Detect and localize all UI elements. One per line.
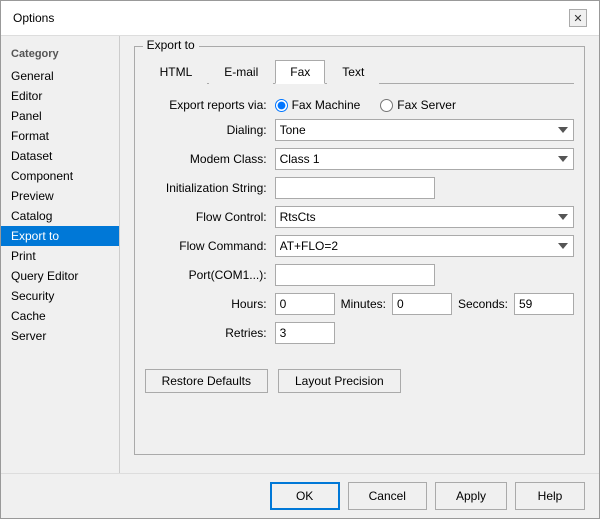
fax-form: Export reports via: Fax Machine Fax Serv… bbox=[145, 94, 574, 355]
hours-label: Hours: bbox=[145, 297, 275, 311]
dialing-select[interactable]: Tone Pulse bbox=[275, 119, 574, 141]
apply-button[interactable]: Apply bbox=[435, 482, 507, 510]
retries-label: Retries: bbox=[145, 326, 275, 340]
sidebar-item-print[interactable]: Print bbox=[1, 246, 119, 266]
minutes-input[interactable] bbox=[392, 293, 452, 315]
modem-class-row: Modem Class: Class 1 Class 2 Class 2.0 bbox=[145, 148, 574, 170]
dialing-label: Dialing: bbox=[145, 123, 275, 137]
minutes-label: Minutes: bbox=[341, 297, 386, 311]
init-string-input[interactable] bbox=[275, 177, 435, 199]
category-label: Category bbox=[1, 44, 119, 66]
restore-defaults-button[interactable]: Restore Defaults bbox=[145, 369, 268, 393]
flow-control-label: Flow Control: bbox=[145, 210, 275, 224]
flow-command-select[interactable]: AT+FLO=2 AT+FLO=0 AT+FLO=1 bbox=[275, 235, 574, 257]
tab-bar: HTML E-mail Fax Text bbox=[145, 59, 574, 84]
close-button[interactable]: ✕ bbox=[569, 9, 587, 27]
export-via-label: Export reports via: bbox=[145, 98, 275, 112]
ok-button[interactable]: OK bbox=[270, 482, 340, 510]
time-row: Hours: Minutes: Seconds: bbox=[145, 293, 574, 315]
flow-command-label: Flow Command: bbox=[145, 239, 275, 253]
group-legend: Export to bbox=[143, 38, 199, 52]
radio-fax-machine-label: Fax Machine bbox=[292, 98, 361, 112]
radio-fax-server-input[interactable] bbox=[380, 99, 393, 112]
init-string-label: Initialization String: bbox=[145, 181, 275, 195]
sidebar: Category General Editor Panel Format Dat… bbox=[1, 36, 120, 473]
init-string-row: Initialization String: bbox=[145, 177, 574, 199]
modem-class-select[interactable]: Class 1 Class 2 Class 2.0 bbox=[275, 148, 574, 170]
modem-class-label: Modem Class: bbox=[145, 152, 275, 166]
options-dialog: Options ✕ Category General Editor Panel … bbox=[0, 0, 600, 519]
sidebar-item-format[interactable]: Format bbox=[1, 126, 119, 146]
port-row: Port(COM1...): bbox=[145, 264, 574, 286]
radio-fax-machine-input[interactable] bbox=[275, 99, 288, 112]
tab-html[interactable]: HTML bbox=[145, 60, 208, 84]
dialog-buttons: OK Cancel Apply Help bbox=[1, 473, 599, 518]
time-fields: Minutes: Seconds: bbox=[275, 293, 574, 315]
dialog-content: Category General Editor Panel Format Dat… bbox=[1, 36, 599, 473]
port-input[interactable] bbox=[275, 264, 435, 286]
title-bar: Options ✕ bbox=[1, 1, 599, 36]
sidebar-item-catalog[interactable]: Catalog bbox=[1, 206, 119, 226]
dialog-title: Options bbox=[13, 11, 54, 25]
tab-email[interactable]: E-mail bbox=[209, 60, 273, 84]
sidebar-item-general[interactable]: General bbox=[1, 66, 119, 86]
radio-fax-machine[interactable]: Fax Machine bbox=[275, 98, 361, 112]
seconds-input[interactable] bbox=[514, 293, 574, 315]
flow-control-select[interactable]: RtsCts XonXoff None bbox=[275, 206, 574, 228]
retries-row: Retries: bbox=[145, 322, 574, 344]
sidebar-item-query-editor[interactable]: Query Editor bbox=[1, 266, 119, 286]
sidebar-item-panel[interactable]: Panel bbox=[1, 106, 119, 126]
tab-text[interactable]: Text bbox=[327, 60, 379, 84]
sidebar-item-preview[interactable]: Preview bbox=[1, 186, 119, 206]
cancel-button[interactable]: Cancel bbox=[348, 482, 427, 510]
flow-command-row: Flow Command: AT+FLO=2 AT+FLO=0 AT+FLO=1 bbox=[145, 235, 574, 257]
sidebar-item-dataset[interactable]: Dataset bbox=[1, 146, 119, 166]
layout-precision-button[interactable]: Layout Precision bbox=[278, 369, 401, 393]
export-via-radio-group: Fax Machine Fax Server bbox=[275, 98, 574, 112]
retries-input[interactable] bbox=[275, 322, 335, 344]
main-panel: Export to HTML E-mail Fax Text Export re… bbox=[120, 36, 599, 473]
seconds-label: Seconds: bbox=[458, 297, 508, 311]
radio-fax-server[interactable]: Fax Server bbox=[380, 98, 456, 112]
sidebar-item-security[interactable]: Security bbox=[1, 286, 119, 306]
radio-fax-server-label: Fax Server bbox=[397, 98, 456, 112]
inner-buttons: Restore Defaults Layout Precision bbox=[145, 365, 574, 393]
sidebar-item-export-to[interactable]: Export to bbox=[1, 226, 119, 246]
sidebar-item-component[interactable]: Component bbox=[1, 166, 119, 186]
sidebar-item-cache[interactable]: Cache bbox=[1, 306, 119, 326]
sidebar-item-server[interactable]: Server bbox=[1, 326, 119, 346]
port-label: Port(COM1...): bbox=[145, 268, 275, 282]
help-button[interactable]: Help bbox=[515, 482, 585, 510]
flow-control-row: Flow Control: RtsCts XonXoff None bbox=[145, 206, 574, 228]
hours-input[interactable] bbox=[275, 293, 335, 315]
export-to-group: Export to HTML E-mail Fax Text Export re… bbox=[134, 46, 585, 455]
sidebar-item-editor[interactable]: Editor bbox=[1, 86, 119, 106]
tab-fax[interactable]: Fax bbox=[275, 60, 325, 84]
export-via-row: Export reports via: Fax Machine Fax Serv… bbox=[145, 98, 574, 112]
dialing-row: Dialing: Tone Pulse bbox=[145, 119, 574, 141]
